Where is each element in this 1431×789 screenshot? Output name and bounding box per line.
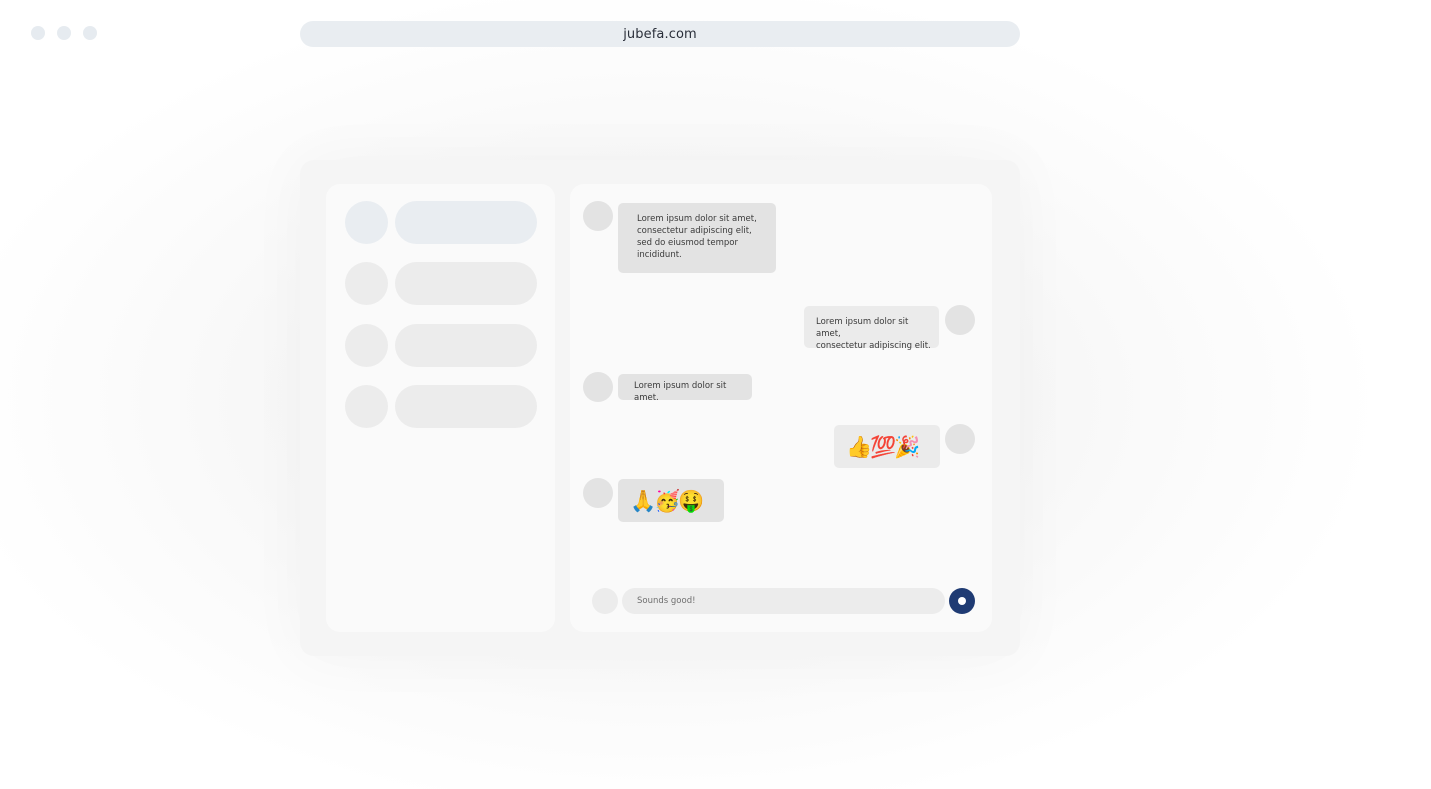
emoji-bubble-outgoing: 👍💯🎉 (834, 425, 940, 468)
contact-name-placeholder (395, 262, 537, 305)
send-icon (958, 597, 966, 605)
chat-panel: Lorem ipsum dolor sit amet, consectetur … (570, 184, 992, 632)
contact-avatar (345, 385, 388, 428)
window-maximize-dot[interactable] (83, 26, 97, 40)
message-bubble-outgoing: Lorem ipsum dolor sit amet, consectetur … (804, 306, 939, 351)
contact-name-placeholder (395, 324, 537, 367)
address-bar[interactable]: jubefa.com (300, 21, 1020, 47)
emoji-bubble-incoming: 🙏🥳🤑 (618, 479, 724, 522)
contacts-sidebar (326, 184, 555, 632)
message-input[interactable]: Sounds good! (622, 588, 945, 614)
contact-avatar (345, 262, 388, 305)
address-url: jubefa.com (623, 26, 697, 42)
window-close-dot[interactable] (31, 26, 45, 40)
contact-item[interactable] (345, 262, 537, 305)
contact-name-placeholder (395, 385, 537, 428)
outgoing-avatar (945, 424, 975, 454)
incoming-avatar (583, 478, 613, 508)
incoming-avatar (583, 372, 613, 402)
window-minimize-dot[interactable] (57, 26, 71, 40)
contact-item[interactable] (345, 385, 537, 428)
contact-avatar (345, 324, 388, 367)
contact-item[interactable] (345, 201, 537, 244)
incoming-avatar (583, 201, 613, 231)
message-bubble-incoming: Lorem ipsum dolor sit amet, consectetur … (618, 203, 776, 273)
contact-item[interactable] (345, 324, 537, 367)
message-bubble-incoming: Lorem ipsum dolor sit amet. (618, 374, 752, 403)
window-controls (31, 26, 97, 40)
send-button[interactable] (949, 588, 975, 614)
contact-avatar (345, 201, 388, 244)
outgoing-avatar (945, 305, 975, 335)
contact-name-placeholder (395, 201, 537, 244)
composer-avatar (592, 588, 618, 614)
